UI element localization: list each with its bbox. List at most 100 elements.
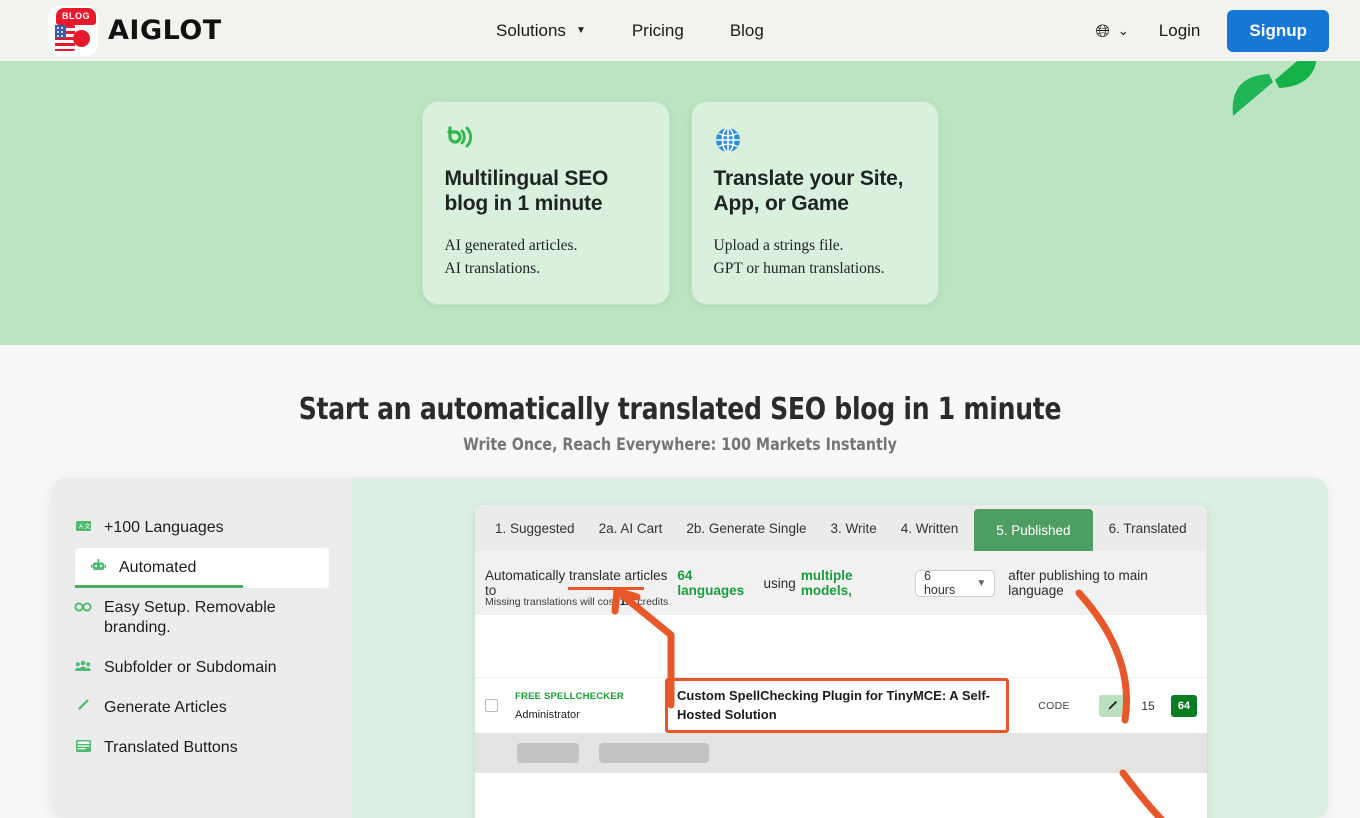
nav-item-pricing[interactable]: Pricing [632, 21, 684, 41]
blog-rss-icon [445, 126, 647, 162]
main-nav: Solutions ▼ Pricing Blog [496, 0, 764, 61]
page-title: Start an automatically translated SEO bl… [298, 392, 1062, 427]
auto-languages-count[interactable]: 64 languages [677, 568, 758, 598]
view-count: 15 [1141, 698, 1155, 713]
brand-name: AIGLOT [108, 15, 222, 46]
auto-prefix-text: Automatically translate articles to [485, 568, 668, 598]
hero-card-line1: AI generated articles. [444, 237, 578, 255]
hero-card-line2: GPT or human translations. [713, 260, 885, 278]
auto-suffix-text: after publishing to main language [1008, 568, 1148, 598]
logo-blog-badge: BLOG [56, 7, 96, 25]
hero-card-blog[interactable]: Multilingual SEO blog in 1 minute AI gen… [421, 101, 670, 305]
sidebar-item-automated[interactable]: Automated [75, 548, 329, 588]
article-title[interactable]: Custom SpellChecking Plugin for TinyMCE:… [665, 677, 1009, 734]
sidebar-item-label: Easy Setup. Removable branding. [104, 599, 276, 636]
nav-label-solutions: Solutions [496, 20, 566, 40]
site-cell: FREE SPELLCHECKER Administrator [515, 691, 665, 721]
section-header: Start an automatically translated SEO bl… [0, 345, 1360, 455]
delay-select-value: 6 hours [923, 569, 956, 597]
credit-cost-note: Missing translations will cost 1.8 credi… [485, 596, 668, 608]
hero-card-title: Multilingual SEO blog in 1 minute [444, 167, 609, 216]
pencil-icon [1108, 700, 1117, 710]
chevron-down-icon: ▼ [976, 577, 987, 589]
language-switcher[interactable]: 🌐︎ ⌄ [1095, 22, 1128, 40]
buttons-icon [74, 738, 92, 758]
placeholder-button-1[interactable] [517, 743, 579, 763]
hero-card-title: Translate your Site, App, or Game [713, 167, 904, 216]
cost-prefix: Missing translations will cost [485, 596, 617, 608]
sidebar-item-generate-articles[interactable]: Generate Articles [52, 688, 352, 728]
signup-button[interactable]: Signup [1227, 9, 1329, 52]
row-checkbox[interactable] [485, 699, 498, 712]
chevron-down-icon: ⌄ [1117, 22, 1129, 38]
auto-translate-settings: Automatically translate articles to 64 l… [475, 551, 1207, 615]
article-list: FREE SPELLCHECKER Administrator Custom S… [475, 615, 1207, 773]
tab-translated[interactable]: 6. Translated [1097, 505, 1199, 551]
site-header: BLOG AIGLOT Solutions ▼ Pricing Blog 🌐︎ … [0, 0, 1360, 61]
hero-cards: Multilingual SEO blog in 1 minute AI gen… [0, 101, 1360, 305]
globe-icon: 🌐︎ [1095, 20, 1110, 41]
logo-red-dot [73, 29, 90, 47]
users-icon [74, 658, 92, 678]
sidebar-item-subfolder[interactable]: Subfolder or Subdomain [52, 648, 352, 688]
auto-mid-text: using [763, 575, 796, 591]
feature-list: A文 +100 Languages Automated Easy Setup. … [52, 478, 352, 818]
nav-label-pricing: Pricing [631, 20, 684, 40]
sidebar-item-translated-buttons[interactable]: Translated Buttons [52, 728, 352, 768]
nav-item-blog[interactable]: Blog [730, 21, 764, 41]
hero-card-line1: Upload a strings file. [713, 237, 844, 255]
category-cell: CODE [1038, 699, 1070, 712]
sidebar-item-label: Generate Articles [104, 699, 227, 716]
tab-ai-cart[interactable]: 2a. AI Cart [587, 505, 675, 551]
cost-suffix: credits [637, 596, 669, 608]
edit-button[interactable] [1099, 694, 1125, 717]
aiglot-logo-icon: BLOG [48, 5, 98, 56]
login-link[interactable]: Login [1159, 21, 1201, 41]
auto-translate-sentence: Automatically translate articles to 64 l… [485, 568, 1197, 598]
sidebar-item-label: +100 Languages [104, 519, 224, 536]
hero-card-translate[interactable]: Translate your Site, App, or Game Upload… [690, 101, 939, 305]
chevron-down-icon: ▼ [575, 25, 586, 36]
brand-logo[interactable]: BLOG AIGLOT [48, 5, 222, 56]
orange-arrow-right-bottom [1119, 769, 1166, 818]
hero-card-line2: AI translations. [444, 260, 541, 278]
tab-suggested[interactable]: 1. Suggested [483, 505, 587, 551]
feature-preview: 1. Suggested 2a. AI Cart 2b. Generate Si… [352, 478, 1328, 818]
placeholder-button-2[interactable] [599, 743, 709, 763]
translate-card-icon: A文 [74, 518, 92, 538]
pencil-icon [74, 698, 92, 718]
languages-chip[interactable]: 64 [1171, 694, 1197, 717]
sidebar-item-easy-setup[interactable]: Easy Setup. Removable branding. [52, 588, 352, 648]
site-badge: FREE SPELLCHECKER [515, 690, 624, 702]
nav-item-solutions[interactable]: Solutions ▼ [496, 21, 586, 41]
robot-icon [89, 558, 107, 578]
author-label: Administrator [515, 708, 580, 721]
svg-text:A: A [79, 524, 83, 530]
app-tabs: 1. Suggested 2a. AI Cart 2b. Generate Si… [475, 505, 1207, 551]
auto-models-link[interactable]: multiple models, [801, 568, 902, 598]
cost-value: 1.8 [619, 596, 635, 608]
tab-write[interactable]: 3. Write [818, 505, 888, 551]
feature-panel: A文 +100 Languages Automated Easy Setup. … [52, 478, 1328, 818]
tab-generate-single[interactable]: 2b. Generate Single [674, 505, 818, 551]
hero-card-body: AI generated articles. AI translations. [445, 235, 647, 281]
sidebar-item-languages[interactable]: A文 +100 Languages [52, 508, 352, 548]
app-screenshot: 1. Suggested 2a. AI Cart 2b. Generate Si… [475, 505, 1207, 818]
delay-select[interactable]: 6 hours ▼ [914, 569, 996, 597]
sidebar-item-label: Subfolder or Subdomain [104, 659, 277, 676]
globe-icon [714, 126, 916, 162]
tab-written[interactable]: 4. Written [889, 505, 971, 551]
logo-us-flag-icon [55, 24, 75, 51]
hero-section: Multilingual SEO blog in 1 minute AI gen… [0, 61, 1360, 345]
tab-published[interactable]: 5. Published [974, 509, 1093, 551]
infinity-icon [74, 598, 92, 618]
sidebar-item-label: Translated Buttons [104, 739, 238, 756]
page-subtitle: Write Once, Reach Everywhere: 100 Market… [463, 435, 897, 455]
svg-text:文: 文 [84, 522, 90, 530]
header-actions: 🌐︎ ⌄ Login Signup [1095, 0, 1360, 61]
hero-card-body: Upload a strings file. GPT or human tran… [714, 235, 916, 281]
nav-label-blog: Blog [729, 20, 764, 40]
table-row[interactable]: FREE SPELLCHECKER Administrator Custom S… [475, 677, 1207, 734]
bottom-toolbar [475, 733, 1207, 773]
